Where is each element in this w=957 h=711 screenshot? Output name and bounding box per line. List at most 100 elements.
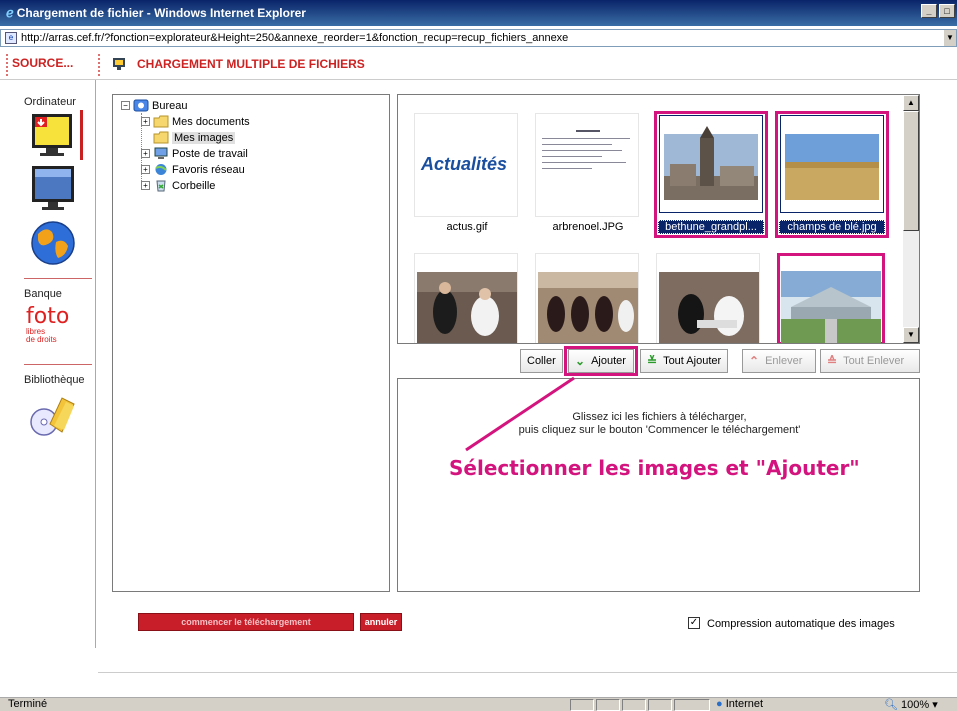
tree-item-poste-de-travail[interactable]: + Poste de travail (141, 147, 248, 160)
compression-label: Compression automatique des images (707, 618, 895, 630)
file-thumbnails-pane[interactable]: Actualités actus.gif arbrenoel.JPG bethu… (397, 94, 920, 344)
tree-item-bureau[interactable]: − Bureau (121, 99, 187, 112)
network-icon (155, 164, 167, 175)
people-photo (417, 272, 517, 343)
source-button[interactable]: SOURCE... (12, 56, 73, 70)
actualites-thumb-text: Actualités (421, 154, 508, 174)
status-cell (570, 699, 594, 711)
address-dropdown-icon[interactable]: ▼ (944, 30, 956, 46)
thumbnail-champs[interactable] (781, 116, 883, 212)
divider (98, 54, 100, 76)
thumbnail-filename-selected[interactable]: champs de blé.jpg (779, 220, 885, 234)
expand-icon[interactable]: + (141, 149, 150, 158)
tree-item-mes-images[interactable]: Mes images (153, 131, 236, 144)
thumbnail-filename[interactable]: actus.gif (412, 221, 522, 233)
compression-checkbox[interactable]: ✓ (688, 617, 700, 629)
folder-tree[interactable]: − Bureau + Mes documents Mes images + Po… (112, 94, 390, 592)
zoom-icon: 🔍︎ (884, 699, 898, 711)
tout-enlever-button[interactable]: ≙ Tout Enlever (820, 349, 920, 373)
thumbnail-filename[interactable]: arbrenoel.JPG (533, 221, 643, 233)
thumbnail-actus[interactable]: Actualités (414, 113, 518, 217)
tout-ajouter-button[interactable]: ≚ Tout Ajouter (640, 349, 729, 373)
recycle-bin-icon (156, 180, 166, 192)
double-chevron-up-icon: ≙ (827, 354, 838, 368)
zoom-label: 100% (901, 699, 930, 711)
collapse-icon[interactable]: − (121, 101, 130, 110)
building-photo (781, 271, 881, 343)
people-photo (538, 272, 638, 343)
minimize-button[interactable]: _ (921, 4, 937, 18)
tree-label: Favoris réseau (172, 163, 245, 176)
zoom-control[interactable]: 🔍︎ 100% ▾ (884, 698, 938, 711)
status-text: Terminé (8, 698, 48, 710)
scroll-up-icon[interactable]: ▲ (903, 95, 919, 111)
window-titlebar: ℯ Chargement de fichier - Windows Intern… (0, 0, 957, 26)
thumbnail-arbrenoel[interactable] (535, 113, 639, 217)
thumbnail-scrollbar[interactable]: ▲ ▼ (903, 95, 919, 343)
button-label: Tout Ajouter (663, 355, 722, 367)
zoom-dropdown-icon[interactable]: ▾ (932, 699, 938, 711)
banque-label: Banque (24, 288, 62, 300)
expand-icon[interactable]: + (141, 181, 150, 190)
annotation-arrow (465, 376, 575, 452)
upload-app-icon (113, 58, 125, 70)
tree-item-mes-documents[interactable]: + Mes documents (141, 115, 250, 128)
expand-icon[interactable]: + (141, 117, 150, 126)
globe-icon[interactable] (30, 220, 76, 266)
button-label: Enlever (765, 355, 803, 367)
maximize-button[interactable]: □ (939, 4, 955, 18)
status-cell (622, 699, 646, 711)
tree-label: Bureau (152, 99, 188, 112)
globe-small-icon: ● (716, 698, 723, 710)
divider (24, 364, 92, 365)
button-label: Tout Enlever (843, 355, 905, 367)
window-title: Chargement de fichier - Windows Internet… (16, 6, 306, 20)
thumbnail-filename-selected[interactable]: bethune_grandpl... (658, 220, 764, 234)
scroll-thumb[interactable] (903, 111, 919, 231)
computer-icon[interactable] (30, 164, 78, 214)
foto-subtitle-2: de droits (26, 335, 57, 344)
page-icon: e (5, 32, 17, 44)
foto-bank-button[interactable]: foto libres de droits (26, 306, 86, 352)
library-folder-icon[interactable] (28, 394, 76, 438)
tree-item-corbeille[interactable]: + Corbeille (141, 179, 215, 192)
address-bar[interactable]: e http://arras.cef.fr/?fonction=explorat… (0, 29, 957, 47)
computer-upload-icon[interactable] (26, 110, 84, 162)
thumbnail-bethune[interactable] (660, 116, 762, 212)
chevron-up-icon: ⌃ (749, 354, 760, 368)
folder-icon (153, 115, 169, 128)
document-preview-image (542, 130, 630, 169)
thumbnail-photo-6[interactable] (535, 253, 639, 343)
app-header: SOURCE... CHARGEMENT MULTIPLE DE FICHIER… (0, 50, 957, 80)
thumbnail-photo-5[interactable] (414, 253, 518, 343)
tree-label: Mes images (172, 131, 236, 144)
status-cell (648, 699, 672, 711)
ie-logo-icon: ℯ (6, 5, 14, 20)
cancel-button[interactable]: annuler (360, 613, 402, 631)
chevron-down-icon: ⌄ (575, 354, 586, 368)
tree-label: Mes documents (172, 115, 250, 128)
button-label: Coller (527, 355, 556, 367)
start-upload-button[interactable]: commencer le téléchargement (138, 613, 354, 631)
double-chevron-down-icon: ≚ (647, 354, 658, 368)
foto-logo: foto (26, 304, 70, 329)
zone-label: Internet (725, 698, 764, 710)
divider (6, 54, 8, 76)
thumbnail-photo-8[interactable] (781, 257, 881, 343)
expand-icon[interactable]: + (141, 165, 150, 174)
people-photo (659, 272, 759, 343)
scroll-down-icon[interactable]: ▼ (903, 327, 919, 343)
thumbnail-photo-7[interactable] (656, 253, 760, 343)
tree-label: Corbeille (172, 179, 216, 192)
divider (98, 672, 957, 673)
bibliotheque-label: Bibliothèque (24, 374, 85, 386)
security-zone[interactable]: ● Internet (716, 698, 763, 710)
address-url[interactable]: http://arras.cef.fr/?fonction=explorateu… (21, 32, 568, 44)
source-panel: Ordinateur Banque foto libres de droits … (10, 80, 96, 648)
tree-item-favoris-reseau[interactable]: + Favoris réseau (141, 163, 245, 176)
annotation-text: Sélectionner les images et "Ajouter" (449, 456, 860, 480)
window-controls: _ □ (921, 4, 955, 18)
enlever-button[interactable]: ⌃ Enlever (742, 349, 816, 373)
divider (24, 278, 92, 279)
folder-open-icon (153, 131, 169, 144)
